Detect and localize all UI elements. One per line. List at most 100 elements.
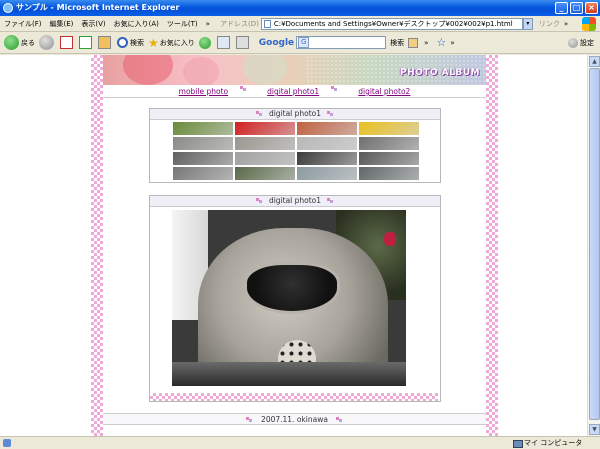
thumbnail-image[interactable] — [235, 167, 295, 180]
toolbar-option-icon — [408, 37, 419, 48]
bookmark-button[interactable]: ☆ — [436, 36, 446, 49]
nav-bar: mobile photo digital photo1 digital phot… — [103, 86, 486, 98]
menu-tools[interactable]: ツール(T) — [163, 19, 202, 29]
menu-file[interactable]: ファイル(F) — [0, 19, 46, 29]
toolbar-chevron[interactable]: » — [446, 39, 458, 47]
menu-bar: ファイル(F) 編集(E) 表示(V) お気に入り(A) ツール(T) » アド… — [0, 16, 600, 32]
google-logo: Google — [258, 37, 295, 48]
forward-button[interactable] — [39, 35, 56, 50]
nav-label: digital photo2 — [358, 87, 411, 96]
windows-logo-icon — [582, 17, 596, 31]
scroll-thumb[interactable] — [589, 68, 600, 420]
menu-favorites[interactable]: お気に入り(A) — [110, 19, 163, 29]
thumbnail-grid — [173, 122, 420, 180]
page-footer: 2007.11. okinawa — [103, 413, 486, 425]
thumbnail-image[interactable] — [297, 152, 357, 165]
bullet-icon — [331, 86, 338, 91]
thumbnail-header: digital photo1 — [150, 109, 440, 120]
title-bar: サンプル - Microsoft Internet Explorer _ □ × — [0, 0, 600, 16]
close-button[interactable]: × — [585, 2, 598, 14]
thumbnail-image[interactable] — [359, 122, 419, 135]
history-button[interactable] — [198, 36, 213, 49]
thumbnail-image[interactable] — [235, 122, 295, 135]
page-content: PHOTO ALBUM mobile photo digital photo1 … — [103, 55, 486, 436]
settings-button[interactable]: 設定 — [568, 37, 594, 48]
home-button[interactable] — [98, 36, 113, 49]
maximize-button[interactable]: □ — [570, 2, 583, 14]
settings-label: 設定 — [580, 38, 594, 47]
thumbnail-image[interactable] — [359, 167, 419, 180]
page-status-icon — [3, 439, 11, 447]
scroll-down-arrow-icon[interactable]: ▼ — [589, 424, 600, 435]
links-chevron[interactable]: » — [560, 20, 572, 28]
nav-label: digital photo1 — [267, 87, 320, 96]
thumbnail-image[interactable] — [173, 167, 233, 180]
photo-panel: digital photo1 — [149, 195, 441, 402]
ie-icon — [3, 3, 13, 13]
search-icon — [117, 37, 128, 48]
blue-star-icon: ☆ — [436, 36, 447, 49]
address-label: アドレス(D) — [219, 19, 259, 28]
bullet-icon — [245, 417, 253, 422]
menu-view[interactable]: 表示(V) — [77, 19, 109, 29]
menu-edit[interactable]: 編集(E) — [46, 19, 78, 29]
address-value: C:¥Documents and Settings¥Owner¥デスクトップ¥0… — [273, 19, 513, 28]
minimize-button[interactable]: _ — [555, 2, 568, 14]
address-dropdown[interactable]: ▾ — [522, 17, 533, 30]
nav-digital-photo1[interactable]: digital photo1 — [267, 86, 319, 97]
history-icon — [198, 36, 211, 49]
toolbar: 戻る 検索 ★ お気に入り Google G 検索 » ☆ » 設定 — [0, 32, 600, 54]
gear-icon — [568, 37, 578, 48]
thumbnail-image[interactable] — [297, 167, 357, 180]
page-frame: PHOTO ALBUM mobile photo digital photo1 … — [91, 55, 498, 436]
print-button[interactable] — [235, 36, 251, 49]
thumbnail-header-label: digital photo1 — [268, 109, 322, 118]
shisa-lion-photo[interactable] — [172, 210, 406, 386]
vertical-scrollbar[interactable]: ▲ ▼ — [587, 55, 600, 436]
google-search-input[interactable]: G — [296, 36, 387, 49]
nav-digital-photo2[interactable]: digital photo2 — [358, 86, 410, 97]
address-input[interactable]: C:¥Documents and Settings¥Owner¥デスクトップ¥0… — [260, 17, 523, 30]
thumbnail-image[interactable] — [359, 152, 419, 165]
stop-icon — [60, 36, 73, 49]
banner: PHOTO ALBUM — [103, 55, 486, 85]
thumbnail-image[interactable] — [173, 137, 233, 150]
bullet-icon — [240, 86, 247, 91]
links-label[interactable]: リンク — [539, 19, 560, 29]
bullet-icon — [336, 417, 343, 422]
favorites-button[interactable]: ★ お気に入り — [148, 36, 195, 50]
stop-button[interactable] — [60, 36, 75, 49]
home-icon — [98, 36, 111, 49]
google-search-button[interactable]: 検索 — [390, 38, 404, 48]
refresh-icon — [79, 36, 92, 49]
photo-lion-mouth — [244, 262, 340, 314]
mail-button[interactable] — [216, 36, 232, 49]
photo-checker-strip — [150, 393, 438, 401]
search-label: 検索 — [130, 38, 144, 47]
photo-flower — [384, 232, 396, 246]
thumbnail-image[interactable] — [173, 122, 233, 135]
thumbnail-image[interactable] — [297, 137, 357, 150]
bullet-icon — [255, 198, 263, 203]
search-button[interactable]: 検索 — [117, 37, 144, 48]
google-extra-button[interactable] — [408, 37, 420, 48]
google-chevron[interactable]: » — [420, 39, 432, 47]
mail-icon — [216, 36, 230, 49]
menu-chevron[interactable]: » — [202, 20, 214, 28]
thumbnail-image[interactable] — [297, 122, 357, 135]
thumbnail-image[interactable] — [235, 137, 295, 150]
photo-header: digital photo1 — [150, 196, 440, 207]
thumbnail-image[interactable] — [173, 152, 233, 165]
bullet-icon — [327, 198, 334, 203]
nav-label: mobile photo — [178, 87, 229, 96]
album-title: PHOTO ALBUM — [399, 68, 480, 78]
refresh-button[interactable] — [79, 36, 94, 49]
scroll-up-arrow-icon[interactable]: ▲ — [589, 56, 600, 67]
bullet-icon — [255, 111, 263, 116]
bullet-icon — [327, 111, 334, 116]
back-button[interactable]: 戻る — [4, 35, 35, 50]
banner-flower — [123, 55, 173, 85]
thumbnail-image[interactable] — [359, 137, 419, 150]
nav-mobile-photo[interactable]: mobile photo — [179, 86, 228, 97]
thumbnail-image[interactable] — [235, 152, 295, 165]
